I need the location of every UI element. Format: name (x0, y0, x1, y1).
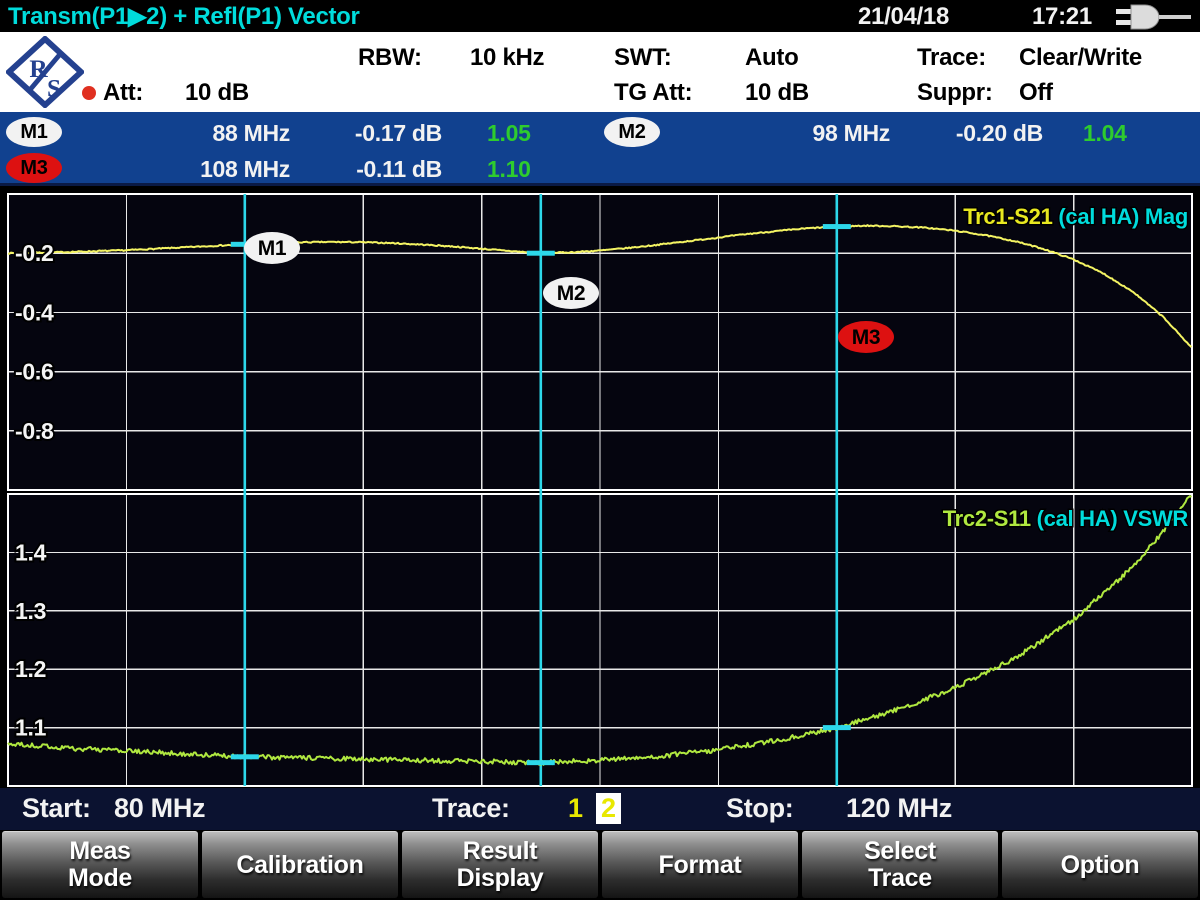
marker-badge-m3[interactable]: M3 (6, 153, 62, 183)
marker-m3-db: -0.11 dB (300, 156, 442, 183)
suppr-value: Off (1019, 79, 1053, 107)
analyzer-screen: Transm(P1▶2) + Refl(P1) Vector 21/04/18 … (0, 0, 1200, 900)
rohde-schwarz-logo: R S (6, 36, 84, 108)
softkey-select-trace[interactable]: Select Trace (802, 831, 998, 898)
trace-select-label: Trace: (432, 793, 510, 824)
stop-value: 120 MHz (846, 793, 952, 824)
tg-att-label: TG Att: (614, 79, 692, 107)
marker-tick-m1 (231, 754, 259, 759)
marker-readout-bar: M1 88 MHz -0.17 dB 1.05 M2 98 MHz -0.20 … (0, 112, 1200, 186)
svg-text:R: R (29, 55, 48, 83)
status-dot-icon (82, 86, 96, 100)
marker-tick-m2 (527, 760, 555, 765)
y-axis-tick-label: -0.2 (15, 240, 53, 266)
y-axis-tick-label: -0.6 (15, 359, 53, 385)
chart-marker-label-text: M3 (852, 326, 881, 349)
chart-marker-label-text: M1 (258, 237, 287, 260)
y-axis-tick-label: 1.3 (15, 598, 46, 624)
trace-1-selector[interactable]: 1 (568, 793, 583, 824)
trace-1-legend: Trc1-S21 (cal HA) Mag (963, 204, 1188, 229)
time-display: 17:21 (1032, 3, 1092, 31)
marker-tick-m3 (823, 224, 851, 229)
marker-tick-m3 (823, 725, 851, 730)
marker-m2-db: -0.20 dB (900, 120, 1043, 147)
marker-m1-db: -0.17 dB (300, 120, 442, 147)
marker-m2-vswr: 1.04 (1083, 120, 1127, 147)
marker-badge-m2[interactable]: M2 (604, 117, 660, 147)
swt-value: Auto (745, 44, 798, 72)
ac-power-plug-icon (1116, 4, 1194, 30)
title-bar: Transm(P1▶2) + Refl(P1) Vector 21/04/18 … (0, 0, 1200, 32)
rbw-value: 10 kHz (470, 44, 544, 72)
marker-m3-freq: 108 MHz (100, 156, 290, 183)
marker-badge-m1[interactable]: M1 (6, 117, 62, 147)
trace-2-selector[interactable]: 2 (596, 793, 621, 824)
measurement-charts: -0.2 -0.4 -0.6 -0.8 1.4 1.3 1.2 1.1 Trc1-S21 (ca… (0, 186, 1200, 788)
y-axis-tick-label: -0.8 (15, 418, 54, 444)
marker-m2-freq: 98 MHz (700, 120, 890, 147)
start-label: Start: (22, 793, 91, 824)
softkey-format[interactable]: Format (602, 831, 798, 898)
page-title: Transm(P1▶2) + Refl(P1) Vector (8, 2, 360, 31)
settings-header: R S Att: 10 dB RBW: 10 kHz SWT: Auto Tra… (0, 32, 1200, 112)
rbw-label: RBW: (358, 44, 422, 72)
date-display: 21/04/18 (858, 3, 949, 31)
softkey-meas-mode[interactable]: Meas Mode (2, 831, 198, 898)
softkey-option[interactable]: Option (1002, 831, 1198, 898)
y-axis-tick-label: 1.4 (15, 539, 47, 565)
softkey-menu: Meas Mode Calibration Result Display For… (0, 831, 1200, 898)
marker-tick-m2 (527, 251, 555, 256)
svg-text:S: S (47, 74, 61, 102)
y-axis-tick-label: -0.4 (15, 299, 54, 325)
chart-marker-label-text: M2 (557, 282, 586, 305)
suppr-label: Suppr: (917, 79, 993, 107)
att-value: 10 dB (185, 79, 249, 107)
softkey-result-display[interactable]: Result Display (402, 831, 598, 898)
swt-label: SWT: (614, 44, 671, 72)
y-axis-tick-label: 1.1 (15, 715, 47, 741)
stop-label: Stop: (726, 793, 793, 824)
start-value: 80 MHz (114, 793, 205, 824)
tg-att-value: 10 dB (745, 79, 809, 107)
trace-mode-label: Trace: (917, 44, 986, 72)
att-label: Att: (103, 79, 143, 107)
marker-m1-vswr: 1.05 (487, 120, 531, 147)
trace-mode-value: Clear/Write (1019, 44, 1142, 72)
y-axis-tick-label: 1.2 (15, 656, 46, 682)
marker-m1-freq: 88 MHz (100, 120, 290, 147)
sweep-status-bar: Start: 80 MHz Trace: 1 2 Stop: 120 MHz (0, 788, 1200, 830)
marker-m3-vswr: 1.10 (487, 156, 531, 183)
softkey-calibration[interactable]: Calibration (202, 831, 398, 898)
trace-2-legend: Trc2-S11 (cal HA) VSWR (943, 506, 1189, 531)
